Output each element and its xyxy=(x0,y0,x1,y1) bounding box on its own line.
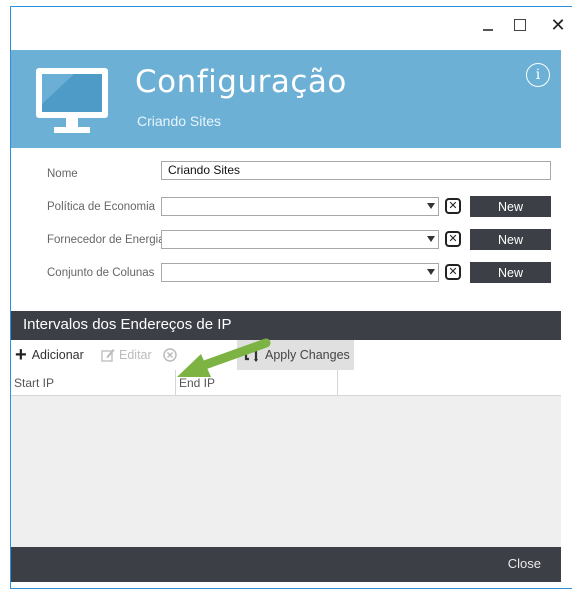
chevron-down-icon xyxy=(427,269,435,275)
add-button[interactable]: + Adicionar xyxy=(15,340,84,370)
name-field[interactable]: Criando Sites xyxy=(161,161,551,180)
economy-policy-select[interactable] xyxy=(161,197,439,216)
page-title: Configuração xyxy=(135,64,347,100)
energy-supplier-select[interactable] xyxy=(161,230,439,249)
economy-new-button[interactable]: New xyxy=(470,196,551,217)
info-icon[interactable]: i xyxy=(526,63,550,87)
energy-clear-button[interactable]: ✕ xyxy=(445,231,461,247)
column-set-select[interactable] xyxy=(161,263,439,282)
edit-button[interactable]: Editar xyxy=(101,340,152,370)
title-bar: ✕ xyxy=(11,7,572,45)
add-label: Adicionar xyxy=(31,348,84,362)
page-subtitle: Criando Sites xyxy=(137,113,222,129)
column-header-end-ip[interactable]: End IP xyxy=(176,370,338,396)
table-header: Start IP End IP xyxy=(11,370,561,396)
chevron-down-icon xyxy=(427,203,435,209)
energy-supplier-label: Fornecedor de Energia xyxy=(47,234,165,246)
delete-icon xyxy=(163,348,177,362)
energy-new-button[interactable]: New xyxy=(470,229,551,250)
header-banner: Configuração Criando Sites i xyxy=(11,50,561,148)
ip-ranges-table: Start IP End IP xyxy=(11,370,561,547)
monitor-icon xyxy=(36,68,108,133)
apply-changes-label: Apply Changes xyxy=(265,348,350,362)
plus-icon: + xyxy=(15,344,27,366)
economy-clear-button[interactable]: ✕ xyxy=(445,198,461,214)
column-header-start-ip[interactable]: Start IP xyxy=(11,370,176,396)
column-set-new-button[interactable]: New xyxy=(470,262,551,283)
column-set-clear-button[interactable]: ✕ xyxy=(445,264,461,280)
chevron-down-icon xyxy=(427,236,435,242)
delete-button[interactable] xyxy=(163,340,177,370)
ip-ranges-toolbar: + Adicionar Editar Apply Changes xyxy=(11,340,561,370)
edit-label: Editar xyxy=(119,348,152,362)
minimize-button[interactable] xyxy=(473,11,503,39)
apply-changes-button[interactable]: Apply Changes xyxy=(237,340,354,370)
dialog-footer: Close xyxy=(11,547,561,582)
economy-policy-label: Política de Economia xyxy=(47,201,156,213)
refresh-icon xyxy=(244,348,258,362)
close-button[interactable]: Close xyxy=(508,556,541,571)
name-label: Nome xyxy=(47,168,78,180)
window-close-button[interactable]: ✕ xyxy=(543,11,572,39)
edit-icon xyxy=(101,349,115,362)
maximize-button[interactable] xyxy=(505,11,535,39)
column-set-label: Conjunto de Colunas xyxy=(47,267,155,279)
configuration-window: ✕ Configuração Criando Sites i Nome Cria… xyxy=(10,6,572,589)
ip-ranges-section-header: Intervalos dos Endereços de IP xyxy=(11,311,561,340)
